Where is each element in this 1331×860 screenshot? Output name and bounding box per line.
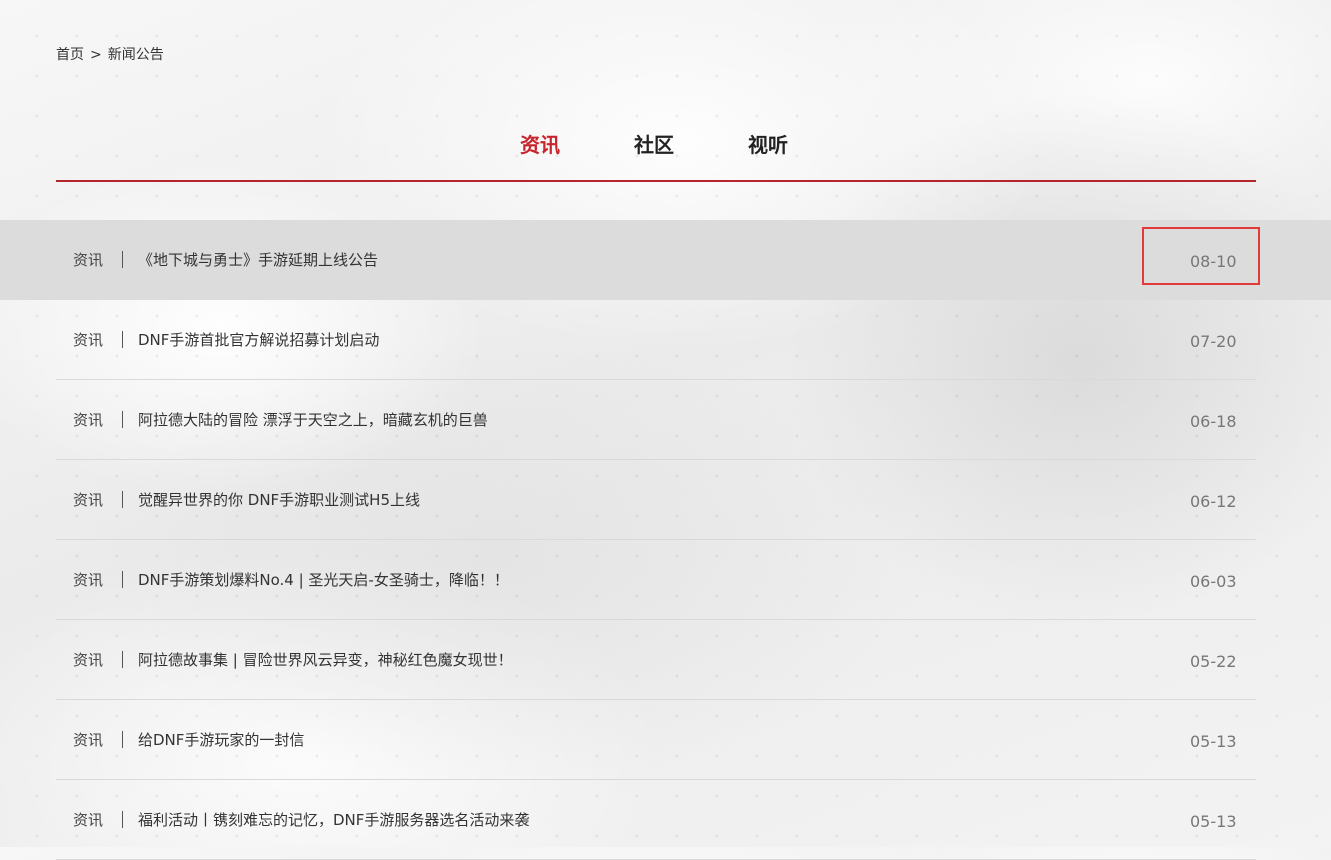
- news-divider: [122, 491, 123, 508]
- news-item[interactable]: 资讯 阿拉德故事集 | 冒险世界风云异变，神秘红色魔女现世！ 05-22: [0, 620, 1331, 700]
- news-date: 05-22: [1190, 652, 1237, 672]
- news-category: 资讯: [73, 810, 103, 830]
- news-category: 资讯: [73, 570, 103, 590]
- news-category: 资讯: [73, 730, 103, 750]
- news-row-content: 资讯 阿拉德大陆的冒险 漂浮于天空之上，暗藏玄机的巨兽 06-18: [56, 380, 1256, 460]
- news-item[interactable]: 资讯 福利活动丨镌刻难忘的记忆，DNF手游服务器选名活动来袭 05-13: [0, 780, 1331, 860]
- news-date: 06-18: [1190, 412, 1237, 432]
- category-tabs: 资讯 社区 视听: [56, 120, 1256, 182]
- news-title-link[interactable]: 福利活动丨镌刻难忘的记忆，DNF手游服务器选名活动来袭: [138, 810, 529, 830]
- news-item[interactable]: 资讯 《地下城与勇士》手游延期上线公告 08-10: [0, 220, 1331, 300]
- news-title-link[interactable]: DNF手游策划爆料No.4 | 圣光天启-女圣骑士，降临！！: [138, 570, 509, 590]
- news-divider: [122, 411, 123, 428]
- news-category: 资讯: [73, 650, 103, 670]
- news-row-content: 资讯 DNF手游首批官方解说招募计划启动 07-20: [56, 300, 1256, 380]
- news-divider: [122, 811, 123, 828]
- news-title-link[interactable]: 阿拉德故事集 | 冒险世界风云异变，神秘红色魔女现世！: [138, 650, 513, 670]
- news-divider: [122, 571, 123, 588]
- news-item[interactable]: 资讯 阿拉德大陆的冒险 漂浮于天空之上，暗藏玄机的巨兽 06-18: [0, 380, 1331, 460]
- news-row-content: 资讯 《地下城与勇士》手游延期上线公告 08-10: [56, 220, 1256, 300]
- news-date: 06-03: [1190, 572, 1237, 592]
- news-divider: [122, 651, 123, 668]
- news-list: 资讯 《地下城与勇士》手游延期上线公告 08-10 资讯 DNF手游首批官方解说…: [0, 220, 1331, 860]
- tab-media[interactable]: 视听: [748, 132, 788, 158]
- date-highlight-box: [1142, 227, 1260, 285]
- news-row-content: 资讯 觉醒异世界的你 DNF手游职业测试H5上线 06-12: [56, 460, 1256, 540]
- news-title-link[interactable]: 觉醒异世界的你 DNF手游职业测试H5上线: [138, 490, 420, 510]
- news-item[interactable]: 资讯 DNF手游首批官方解说招募计划启动 07-20: [0, 300, 1331, 380]
- news-row-content: 资讯 DNF手游策划爆料No.4 | 圣光天启-女圣骑士，降临！！ 06-03: [56, 540, 1256, 620]
- news-title-link[interactable]: 给DNF手游玩家的一封信: [138, 730, 304, 750]
- news-title-link[interactable]: 阿拉德大陆的冒险 漂浮于天空之上，暗藏玄机的巨兽: [138, 410, 488, 430]
- news-divider: [122, 731, 123, 748]
- news-title-link[interactable]: DNF手游首批官方解说招募计划启动: [138, 330, 379, 350]
- news-item[interactable]: 资讯 给DNF手游玩家的一封信 05-13: [0, 700, 1331, 780]
- news-date: 05-13: [1190, 812, 1237, 832]
- news-category: 资讯: [73, 250, 103, 270]
- news-category: 资讯: [73, 330, 103, 350]
- news-row-content: 资讯 阿拉德故事集 | 冒险世界风云异变，神秘红色魔女现世！ 05-22: [56, 620, 1256, 700]
- news-divider: [122, 251, 123, 268]
- news-title-link[interactable]: 《地下城与勇士》手游延期上线公告: [138, 250, 378, 270]
- news-item[interactable]: 资讯 觉醒异世界的你 DNF手游职业测试H5上线 06-12: [0, 460, 1331, 540]
- news-divider: [122, 331, 123, 348]
- news-date: 07-20: [1190, 332, 1237, 352]
- breadcrumb: 首页 > 新闻公告: [56, 46, 164, 64]
- breadcrumb-current: 新闻公告: [108, 47, 164, 63]
- tab-news[interactable]: 资讯: [520, 132, 560, 158]
- tab-community[interactable]: 社区: [634, 132, 674, 158]
- breadcrumb-separator: >: [90, 47, 102, 63]
- news-category: 资讯: [73, 490, 103, 510]
- news-row-content: 资讯 给DNF手游玩家的一封信 05-13: [56, 700, 1256, 780]
- news-item[interactable]: 资讯 DNF手游策划爆料No.4 | 圣光天启-女圣骑士，降临！！ 06-03: [0, 540, 1331, 620]
- news-category: 资讯: [73, 410, 103, 430]
- breadcrumb-home-link[interactable]: 首页: [56, 47, 84, 63]
- news-date: 05-13: [1190, 732, 1237, 752]
- news-date: 06-12: [1190, 492, 1237, 512]
- news-row-content: 资讯 福利活动丨镌刻难忘的记忆，DNF手游服务器选名活动来袭 05-13: [56, 780, 1256, 860]
